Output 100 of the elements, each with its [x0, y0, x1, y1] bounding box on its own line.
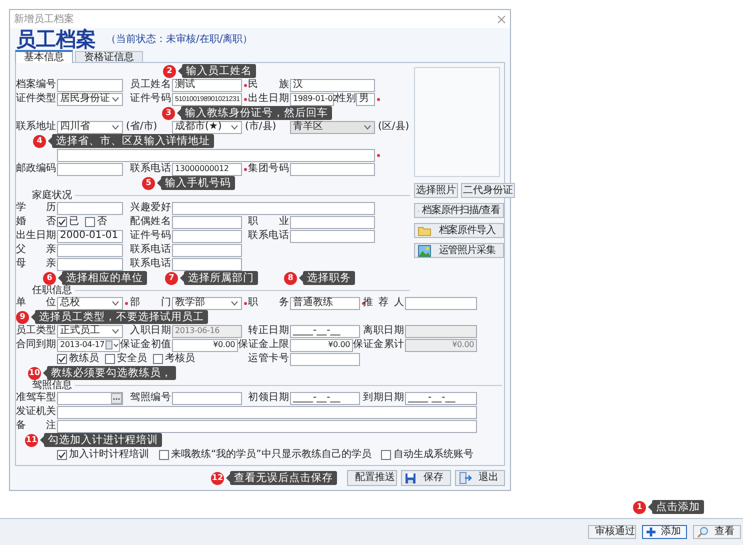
- input-field[interactable]: [172, 392, 242, 404]
- input-field[interactable]: [290, 352, 360, 366]
- dropdown[interactable]: 正式员工: [57, 324, 123, 338]
- dropdown[interactable]: 四川省: [57, 120, 123, 134]
- field-label: 证件号码: [130, 94, 172, 104]
- input-field[interactable]: ____-__-__: [405, 392, 477, 404]
- dialog-button[interactable]: 退出: [455, 470, 505, 486]
- search-icon: [697, 526, 709, 538]
- field-label: 推荐人: [363, 298, 405, 308]
- input-field[interactable]: 测试: [172, 78, 242, 92]
- section-title: 任职信息: [32, 286, 72, 296]
- input-field[interactable]: 汉: [290, 78, 375, 92]
- dialog-button[interactable]: 配置推送: [347, 470, 397, 486]
- input-field[interactable]: ¥0.00: [290, 338, 353, 352]
- field-label: 档案编号: [16, 80, 57, 90]
- step-badge: 2: [163, 64, 176, 78]
- date-field[interactable]: 2013-04-17: [57, 338, 120, 352]
- ellipsis-icon[interactable]: [111, 392, 122, 404]
- step-badge: 7: [165, 272, 178, 284]
- input-field[interactable]: [172, 202, 375, 214]
- input-field[interactable]: [290, 216, 375, 228]
- checkbox[interactable]: [57, 354, 67, 364]
- field-label: 备注: [16, 421, 57, 431]
- input-field[interactable]: [172, 244, 242, 256]
- dropdown[interactable]: 教学部: [172, 296, 242, 310]
- side-button[interactable]: 二代身份证: [461, 183, 515, 198]
- input-field[interactable]: [57, 406, 477, 418]
- input-field[interactable]: [172, 230, 242, 242]
- side-button[interactable]: 运管照片采集: [414, 243, 504, 258]
- input-field[interactable]: [57, 148, 375, 162]
- checkbox[interactable]: [57, 450, 67, 460]
- input-field[interactable]: [57, 420, 477, 432]
- callout-tooltip: 输入手机号码: [157, 176, 235, 190]
- tab[interactable]: 基本信息: [15, 50, 73, 63]
- field-label: 联系地址: [16, 122, 57, 132]
- input-field[interactable]: [172, 258, 242, 270]
- tab[interactable]: 资格证信息: [75, 51, 143, 63]
- checkbox[interactable]: [159, 450, 169, 460]
- input-field[interactable]: [57, 258, 123, 270]
- input-field[interactable]: [57, 162, 123, 176]
- input-field[interactable]: 普通教练: [290, 296, 360, 310]
- field-label: 证件号码: [130, 231, 172, 241]
- checkbox[interactable]: [153, 354, 163, 364]
- field-label: 合同到期: [16, 340, 57, 350]
- callout-tooltip: 选择相应的单位: [58, 271, 147, 285]
- input-field[interactable]: [57, 392, 123, 404]
- input-field[interactable]: [290, 162, 375, 176]
- checkbox[interactable]: [57, 217, 67, 227]
- callout-tooltip: 查看无误后点击保存: [226, 471, 337, 485]
- field-label: 学历: [16, 203, 57, 213]
- input-field[interactable]: 2000-01-01: [57, 230, 123, 242]
- input-field[interactable]: ____-__-__: [290, 392, 360, 404]
- checkbox-label: 加入计时计程培训: [69, 450, 149, 460]
- input-field[interactable]: 男: [356, 92, 375, 106]
- calendar-icon[interactable]: [105, 340, 119, 350]
- input-field[interactable]: [57, 202, 123, 214]
- chevron-down-icon: [231, 300, 238, 306]
- callout-tooltip: 选择省、市、区及输入详情地址: [48, 134, 214, 148]
- dropdown[interactable]: 成都市(★): [172, 120, 242, 134]
- callout-tooltip: 教练必须要勾选教练员，: [43, 366, 176, 380]
- field-label: 初领日期: [248, 393, 290, 403]
- field-label: 离职日期: [363, 326, 405, 336]
- input-field[interactable]: 13000000012: [172, 162, 242, 176]
- step-badge: 11: [25, 434, 38, 446]
- field-label: 转正日期: [248, 326, 290, 336]
- checkbox-label: 已: [69, 217, 79, 227]
- step-badge: 10: [28, 366, 41, 380]
- dropdown[interactable]: 居民身份证: [57, 92, 123, 106]
- side-button[interactable]: 档案原件扫描/查看: [414, 203, 504, 218]
- input-field[interactable]: ¥0.00: [172, 338, 238, 352]
- field-label: 保证金上限: [238, 340, 290, 350]
- dialog-button[interactable]: 保存: [401, 470, 451, 486]
- checkbox[interactable]: [85, 217, 95, 227]
- toolbar-button[interactable]: 添加: [642, 525, 687, 539]
- toolbar-button[interactable]: 审核通过: [588, 525, 636, 539]
- field-label: 发证机关: [16, 407, 57, 417]
- field-label: 到期日期: [363, 393, 405, 403]
- input-field[interactable]: [57, 78, 123, 92]
- step-badge: 1: [633, 500, 646, 514]
- side-button[interactable]: 选择照片: [414, 183, 458, 198]
- chevron-down-icon: [112, 124, 119, 130]
- callout-tooltip: 勾选加入计进计程培训: [40, 433, 162, 447]
- field-label: 联系电话: [130, 259, 172, 269]
- callout-tooltip: 选择职务: [299, 271, 355, 285]
- field-label: 父亲: [16, 245, 57, 255]
- input-field[interactable]: [290, 230, 375, 242]
- field-label: 证件类型: [16, 94, 57, 104]
- input-field[interactable]: [405, 296, 477, 310]
- toolbar-button[interactable]: 查看: [693, 525, 741, 539]
- field-label: 单位: [16, 298, 57, 308]
- checkbox[interactable]: [381, 450, 392, 460]
- callout-tooltip: 输入教练身份证号，然后回车: [177, 106, 332, 120]
- input-field[interactable]: [57, 244, 123, 256]
- side-button[interactable]: 档案原件导入: [414, 223, 504, 238]
- input-field[interactable]: [172, 216, 242, 228]
- input-field[interactable]: ____-__-__: [290, 324, 360, 338]
- field-label: 入职日期: [130, 326, 172, 336]
- close-icon[interactable]: [497, 14, 506, 24]
- dropdown[interactable]: 总校: [57, 296, 123, 310]
- checkbox[interactable]: [105, 354, 115, 364]
